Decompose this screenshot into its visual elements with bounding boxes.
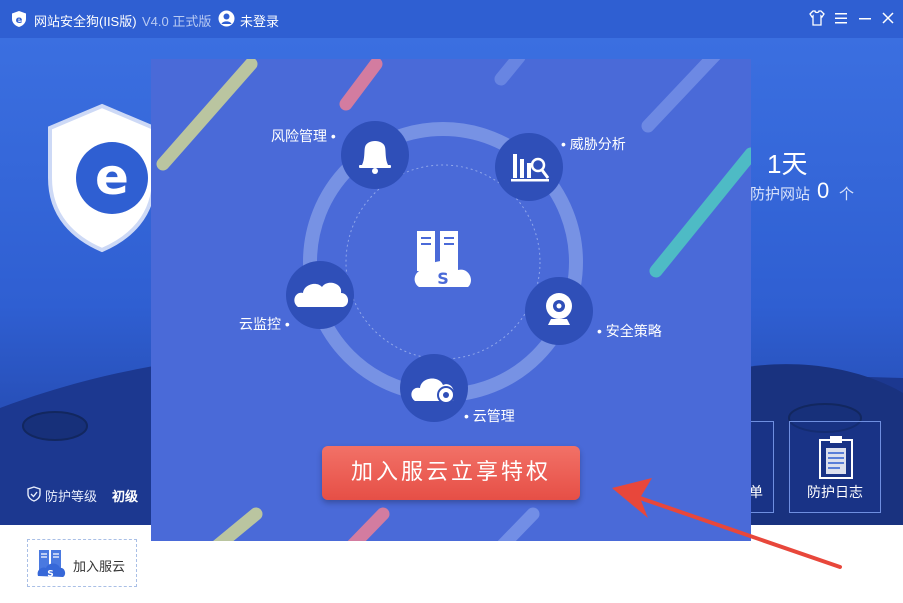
app-logo-icon: e: [12, 11, 26, 27]
app-title: 网站安全狗(IIS版): [34, 14, 137, 29]
threat-analysis-icon: [495, 133, 563, 201]
cloud-server-icon: S: [414, 231, 472, 288]
svg-text:S: S: [437, 269, 449, 288]
security-policy-label: • 安全策略: [597, 323, 662, 339]
svg-text:e: e: [16, 15, 23, 26]
cloud-monitor-label: 云监控 •: [239, 316, 290, 332]
protected-sites-count: 0: [817, 178, 830, 203]
cloud-management-label: • 云管理: [464, 408, 515, 424]
protected-sites-unit: 个: [839, 186, 855, 203]
join-cloud-popup: S 风险管理 • • 威胁分析 云监控 • • 安全策略 • 云管理 加入服云立…: [151, 59, 751, 541]
protected-sites-label: 防护网站: [750, 186, 811, 203]
join-cloud-button[interactable]: S 加入服云: [27, 539, 137, 587]
join-cloud-label: 加入服云: [73, 559, 126, 574]
svg-text:e: e: [95, 148, 129, 206]
title-bar: e 网站安全狗(IIS版) V4.0 正式版 未登录: [0, 0, 903, 38]
user-avatar-icon[interactable]: [218, 10, 235, 27]
protection-level-label: 防护等级: [45, 489, 98, 504]
bell-icon: [341, 121, 409, 189]
risk-management-label: 风险管理 •: [271, 128, 336, 144]
skin-shirt-icon[interactable]: [808, 8, 826, 28]
app-version: V4.0 正式版: [142, 14, 212, 29]
cloud-gear-icon: [400, 354, 468, 422]
shield-logo-icon: e: [48, 103, 156, 253]
red-arrow-annotation: [612, 478, 842, 569]
minimize-icon[interactable]: [856, 8, 874, 28]
cloud-monitor-icon: [286, 261, 354, 329]
protection-days: 1天: [767, 149, 808, 179]
webcam-icon: [525, 277, 593, 345]
protection-level-value[interactable]: 初级: [112, 486, 138, 505]
shield-small-icon: [27, 486, 41, 502]
cloud-server-small-icon: S: [37, 550, 66, 580]
join-cloud-cta-button[interactable]: 加入服云立享特权: [322, 446, 580, 500]
menu-icon[interactable]: [832, 8, 850, 28]
close-icon[interactable]: [879, 8, 897, 28]
login-link[interactable]: 未登录: [240, 11, 279, 30]
threat-analysis-label: • 威胁分析: [561, 136, 626, 152]
svg-text:S: S: [47, 570, 53, 580]
